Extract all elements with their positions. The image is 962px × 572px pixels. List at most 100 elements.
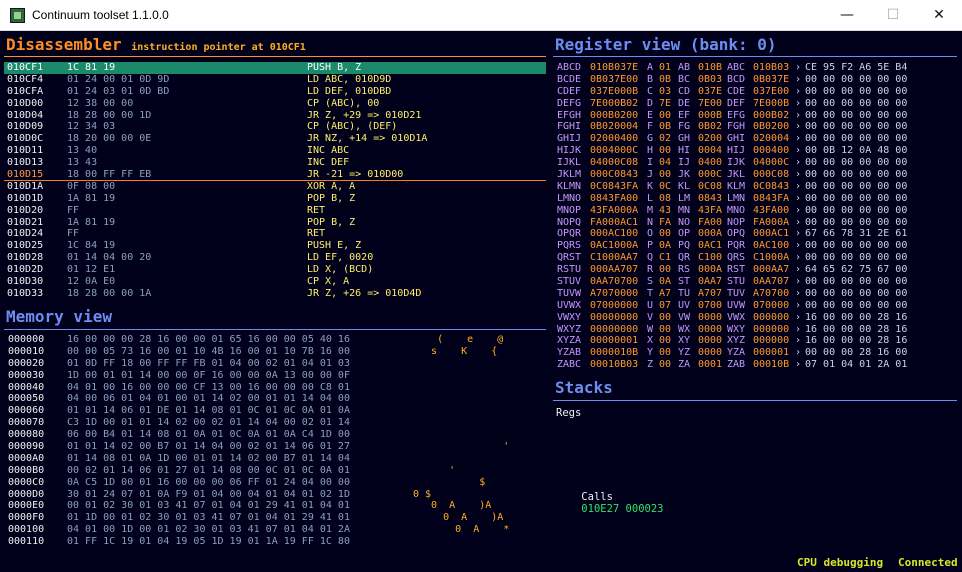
register-quad-name: YZAB [557, 347, 582, 359]
memory-row[interactable]: 000090 01 01 14 02 00 B7 01 14 04 00 02 0… [8, 441, 546, 453]
memory-row[interactable]: 000060 01 01 14 06 01 DE 01 14 08 01 0C 0… [8, 405, 546, 417]
register-row: NOPQ FA000AC1 N FA NO FA00 NOP FA000A › 00 00 00 … [557, 217, 957, 229]
minimize-button[interactable]: — [824, 0, 870, 31]
disassembly-row[interactable]: 010D15 18 00 FF FF EB JR -21 => 010D00 [4, 169, 546, 181]
memory-divider [4, 329, 546, 330]
memory-row[interactable]: 0000F0 01 1D 00 01 02 30 01 03 41 07 01 0… [8, 512, 546, 524]
register-word-name: OP [678, 228, 691, 240]
register-byte-value: 7E [659, 97, 672, 109]
memory-bytes: 01 FF 1C 19 01 04 19 05 1D 19 01 1A 19 F… [67, 536, 350, 548]
instruction-bytes: 18 00 FF FF EB [67, 169, 152, 181]
memory-row[interactable]: 000020 01 0D FF 18 00 FF FF FB 01 04 00 0… [8, 358, 546, 370]
disassembly-row[interactable]: 010CF4 01 24 00 01 0D 9D LD ABC, 010D9D [4, 74, 546, 86]
memory-row[interactable]: 000000 16 00 00 00 28 16 00 00 01 65 16 0… [8, 334, 546, 346]
register-word-value: 0200 [698, 133, 723, 145]
instruction-address: 010D25 [7, 240, 44, 252]
register-byte-name: D [647, 97, 654, 109]
memory-row[interactable]: 000110 01 FF 1C 19 01 04 19 05 1D 19 01 1… [8, 536, 546, 548]
register-triple-value: 070000 [753, 299, 790, 311]
instruction-bytes: 01 24 03 01 0D BD [67, 85, 170, 97]
close-button[interactable]: ✕ [916, 0, 962, 31]
disassembler-title: Disassembler [6, 35, 122, 54]
disassembly-row[interactable]: 010D2D 01 12 E1 LD X, (BCD) [4, 264, 546, 276]
register-quad-name: GHIJ [557, 133, 582, 145]
instruction-text: LD EF, 0020 [307, 252, 374, 264]
disassembly-row[interactable]: 010D20 FF RET [4, 205, 546, 217]
register-table: ABCD 010B037E A 01 AB 010B ABC 010B03 › CE 95 F2 … [557, 62, 957, 371]
disassembler-list[interactable]: 010CF1 1C 81 19 PUSH B, Z 010CF4 01 24 00 01… [4, 62, 546, 300]
disassembly-row[interactable]: 010D04 18 28 00 00 1D JR Z, +29 => 010D21 [4, 110, 546, 122]
disassembly-row[interactable]: 010D13 13 43 INC DEF [4, 157, 546, 169]
register-quad-name: UVWX [557, 299, 582, 311]
pointer-arrow-icon: › [795, 121, 802, 133]
memory-ascii: 0 A * [413, 524, 510, 536]
register-pointed-bytes: 00 00 00 00 00 00 [805, 240, 908, 252]
register-quad-name: CDEF [557, 85, 582, 97]
memory-row[interactable]: 000040 04 01 00 16 00 00 00 CF 13 00 16 0… [8, 382, 546, 394]
disassembly-row[interactable]: 010D33 18 28 00 00 1A JR Z, +26 => 010D4D [4, 288, 546, 300]
register-triple-value: 000000 [753, 323, 790, 335]
register-pointed-bytes: 67 66 78 31 2E 61 [805, 228, 908, 240]
disassembly-row[interactable]: 010D0C 18 20 00 00 0E JR NZ, +14 => 010D1A [4, 133, 546, 145]
disassembly-row[interactable]: 010D00 12 38 00 00 CP (ABC), 00 [4, 98, 546, 110]
memory-view-list[interactable]: 000000 16 00 00 00 28 16 00 00 01 65 16 0… [8, 334, 546, 548]
register-word-name: FG [678, 121, 691, 133]
instruction-text: CP (ABC), 00 [307, 97, 380, 109]
memory-row[interactable]: 0000C0 0A C5 1D 00 01 16 00 00 00 06 FF 0… [8, 477, 546, 489]
instruction-text: CP X, A [307, 276, 350, 288]
memory-row[interactable]: 000070 C3 1D 00 01 01 14 02 00 02 01 14 0… [8, 417, 546, 429]
register-word-value: 43FA [698, 204, 723, 216]
register-quad-value: 43FA000A [590, 204, 639, 216]
memory-row[interactable]: 0000B0 00 02 01 14 06 01 27 01 14 08 00 0… [8, 465, 546, 477]
disassembly-row[interactable]: 010D21 1A 81 19 POP B, Z [4, 217, 546, 229]
disassembly-row[interactable]: 010D24 FF RET [4, 228, 546, 240]
disassembly-row[interactable]: 010D1D 1A 81 19 POP B, Z [4, 193, 546, 205]
memory-row[interactable]: 000100 04 01 00 1D 00 01 02 30 01 03 41 0… [8, 524, 546, 536]
register-byte-value: A7 [659, 287, 672, 299]
register-word-value: 0004 [698, 145, 723, 157]
maximize-button[interactable]: ☐ [870, 0, 916, 31]
register-triple-value: 000C08 [753, 169, 790, 181]
memory-row[interactable]: 0000D0 30 01 24 07 01 0A F9 01 04 00 04 0… [8, 489, 546, 501]
register-quad-name: LMNO [557, 192, 582, 204]
instruction-text: POP B, Z [307, 192, 356, 204]
calls-stack-label: Calls [581, 491, 613, 503]
instruction-text: XOR A, A [307, 180, 356, 192]
disassembly-row[interactable]: 010D28 01 14 04 00 20 LD EF, 0020 [4, 252, 546, 264]
register-byte-value: 43 [659, 204, 672, 216]
register-byte-name: S [647, 276, 654, 288]
register-quad-value: 000B0200 [590, 109, 639, 121]
register-word-name: TU [678, 287, 691, 299]
register-byte-value: 01 [659, 62, 672, 73]
memory-row[interactable]: 0000A0 01 14 08 01 0A 1D 00 01 01 14 02 0… [8, 453, 546, 465]
memory-row[interactable]: 000080 06 00 B4 01 14 08 01 0A 01 0C 0A 0… [8, 429, 546, 441]
register-view-title: Register view (bank: 0) [555, 35, 777, 54]
pointer-arrow-icon: › [795, 85, 802, 97]
disassembly-row[interactable]: 010D30 12 0A E0 CP X, A [4, 276, 546, 288]
register-word-name: NO [678, 216, 691, 228]
disassembly-row[interactable]: 010D25 1C 84 19 PUSH E, Z [4, 240, 546, 252]
register-word-name: DE [678, 97, 691, 109]
memory-row[interactable]: 000010 00 00 05 73 16 00 01 10 4B 16 00 0… [8, 346, 546, 358]
disassembly-row[interactable]: 010D09 12 34 03 CP (ABC), (DEF) [4, 121, 546, 133]
disassembly-row[interactable]: 010D11 13 40 INC ABC [4, 145, 546, 157]
memory-address: 000000 [8, 334, 45, 345]
register-row: VWXY 00000000 V 00 VW 0000 VWX 000000 › 16 00 00 … [557, 312, 957, 324]
register-triple-name: QRS [727, 252, 746, 264]
instruction-bytes: 12 0A E0 [67, 276, 116, 288]
memory-row[interactable]: 0000E0 00 01 02 30 01 03 41 07 01 04 01 2… [8, 500, 546, 512]
register-triple-value: 7E000B [753, 97, 790, 109]
pointer-arrow-icon: › [795, 109, 802, 121]
register-row: EFGH 000B0200 E 00 EF 000B EFG 000B02 › 00 00 00 … [557, 110, 957, 122]
disassembly-row[interactable]: 010CFA 01 24 03 01 0D BD LD DEF, 010DBD [4, 86, 546, 98]
disassembly-row[interactable]: 010D1A 0F 08 00 XOR A, A [4, 181, 546, 193]
calls-stack: Calls 010E27 000023 [556, 479, 663, 527]
register-row: STUV 0AA70700 S 0A ST 0AA7 STU 0AA707 › 00 00 00 … [557, 276, 957, 288]
register-pointed-bytes: 00 00 00 00 00 00 [805, 180, 908, 192]
register-row: DEFG 7E000B02 D 7E DE 7E00 DEF 7E000B › 00 00 00 … [557, 98, 957, 110]
register-byte-value: 0C [659, 180, 672, 192]
disassembly-row[interactable]: 010CF1 1C 81 19 PUSH B, Z [4, 62, 546, 74]
memory-row[interactable]: 000030 1D 00 01 01 14 00 00 0F 16 00 00 0… [8, 370, 546, 382]
register-byte-name: M [647, 204, 654, 216]
memory-row[interactable]: 000050 04 00 06 01 04 01 00 01 14 02 00 0… [8, 393, 546, 405]
